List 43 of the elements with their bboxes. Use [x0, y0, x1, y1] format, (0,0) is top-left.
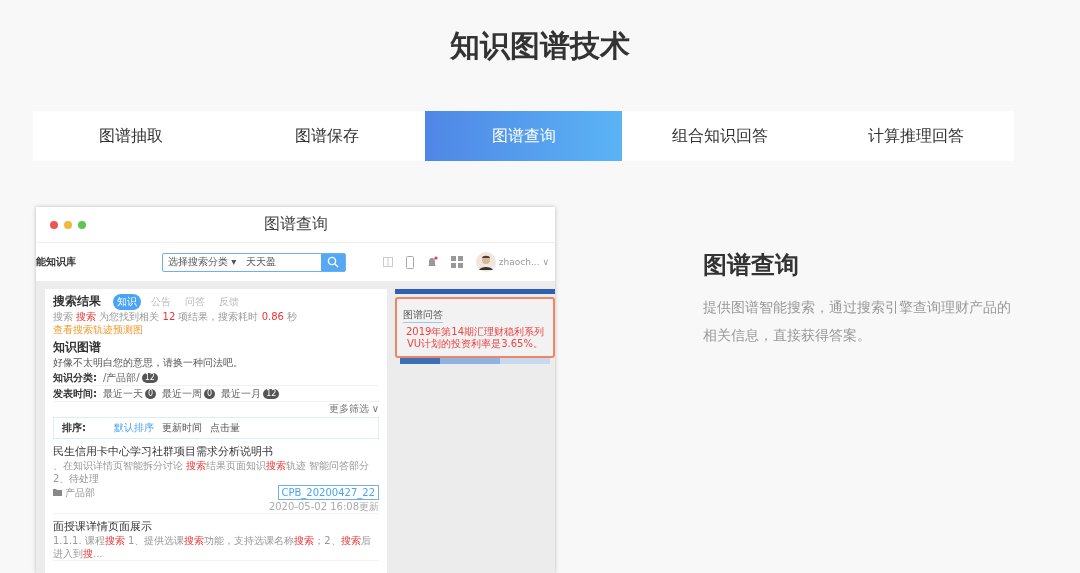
search-stats: 搜索 搜索 为您找到相关 12 项结果，搜索耗时 0.86 秒	[53, 310, 299, 323]
window-title: 图谱查询	[263, 214, 328, 235]
filter-option[interactable]: 最近一周	[162, 386, 203, 401]
app-logo-text: 能知识库	[36, 255, 77, 269]
filter-option[interactable]: 最近一天	[103, 386, 143, 401]
result-title[interactable]: 面授课详情页面展示	[53, 519, 379, 534]
count-badge: 0	[145, 388, 157, 399]
search-icon[interactable]	[321, 253, 345, 271]
count-badge: 12	[263, 388, 280, 399]
filter-label: 知识分类:	[53, 371, 97, 385]
search-field[interactable]: 选择搜索分类 ▾ 天天盈	[162, 252, 346, 272]
result-date: 2020-05-02 16:08更新	[267, 500, 379, 513]
bell-icon[interactable]	[426, 255, 438, 269]
filter-option[interactable]: /产品部/	[103, 370, 140, 385]
minimize-dot-icon	[64, 221, 72, 229]
graph-message: 好像不太明白您的意思，请换一种问法吧。	[53, 356, 244, 370]
book-icon[interactable]	[382, 257, 393, 267]
answer-text: 2019年第14期汇理财稳利系列VU计划的投资利率是3.65%。	[404, 326, 546, 350]
sort-option[interactable]: 点击量	[210, 421, 240, 435]
count-badge: 0	[204, 388, 216, 399]
maximize-dot-icon	[78, 221, 86, 229]
more-filters-link[interactable]: 更多筛选 ∨	[328, 403, 379, 414]
feature-description: 提供图谱智能搜索，通过搜索引擎查询理财产品的相关信息，直接获得答案。	[703, 298, 1012, 345]
sort-option[interactable]: 更新时间	[162, 421, 202, 435]
grid-icon[interactable]	[450, 256, 463, 268]
page-title: 知识图谱技术	[449, 27, 631, 65]
folder-name: 产品部	[65, 486, 95, 499]
close-dot-icon	[50, 221, 58, 229]
result-snippet: 1.1.1. 课程搜索 1、提供选课搜索功能，支持选课名称搜索；2、搜索后进入到搜...	[53, 534, 372, 560]
folder-icon	[53, 489, 62, 496]
phone-icon[interactable]	[405, 255, 414, 269]
feature-title: 图谱查询	[703, 249, 800, 281]
result-tag: CPB_20200427_22	[277, 485, 379, 500]
avatar-icon[interactable]	[475, 252, 496, 272]
filter-label: 发表时间:	[53, 387, 97, 401]
answer-title: 图谱问答	[403, 308, 443, 323]
result-snippet: 、在知识详情页智能拆分讨论 搜索结果页面知识搜索轨迹 智能问答部分 2、待处理	[53, 459, 371, 485]
sort-label: 排序:	[62, 421, 87, 435]
count-badge: 12	[141, 372, 158, 383]
graph-title: 知识图谱	[53, 339, 102, 356]
results-title: 搜索结果	[53, 293, 101, 310]
result-title[interactable]: 民生信用卡中心学习社群项目需求分析说明书	[53, 444, 379, 459]
filter-option[interactable]: 最近一月	[221, 386, 262, 401]
